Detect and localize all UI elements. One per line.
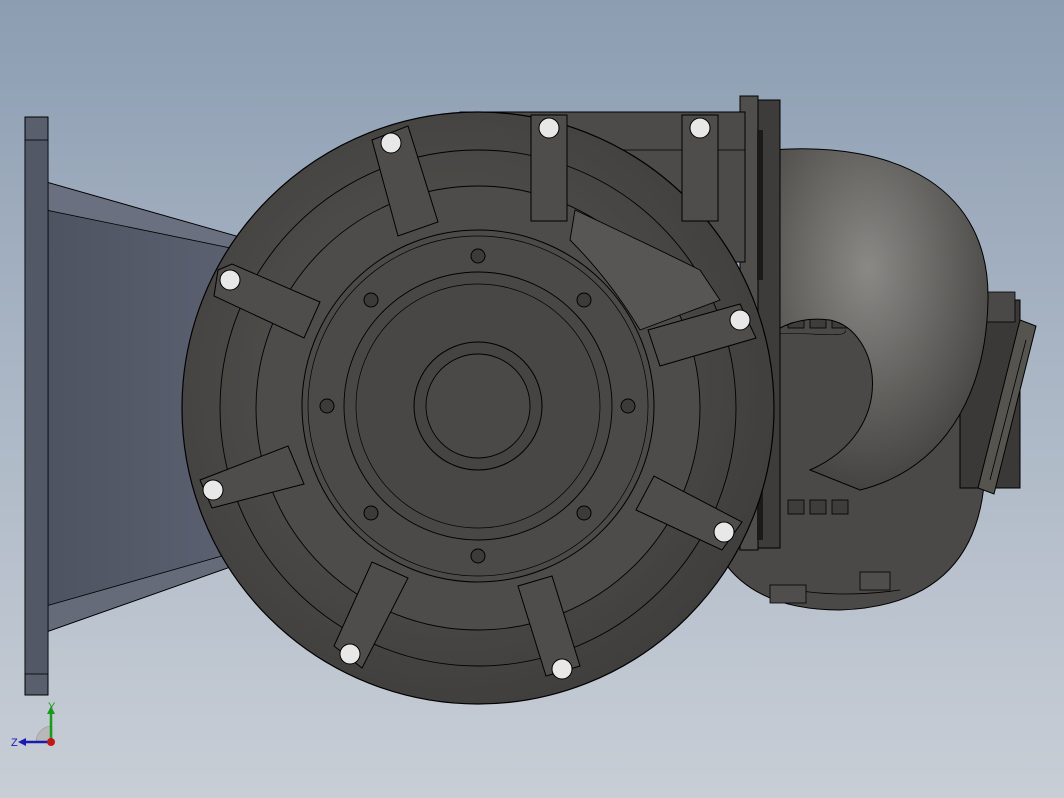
coordinate-triad: Y Z <box>11 701 56 749</box>
x-axis-dot-icon <box>47 738 55 746</box>
bolt <box>576 505 592 521</box>
bolt <box>363 505 379 521</box>
bolt <box>319 398 335 414</box>
bolt <box>363 292 379 308</box>
z-axis-arrow-icon <box>18 738 26 746</box>
y-axis-label: Y <box>48 701 56 713</box>
bolt <box>576 292 592 308</box>
front-cover-plate <box>301 229 655 583</box>
bolt <box>470 248 486 264</box>
lug-top-mid <box>530 114 568 222</box>
graphics-viewport[interactable]: Y Z <box>0 0 1064 798</box>
bolt <box>620 398 636 414</box>
inlet-flange <box>24 116 49 696</box>
bolt <box>470 548 486 564</box>
pump-3d-model[interactable] <box>0 0 1064 798</box>
z-axis-label: Z <box>11 737 18 749</box>
lug-top-right <box>681 114 719 222</box>
